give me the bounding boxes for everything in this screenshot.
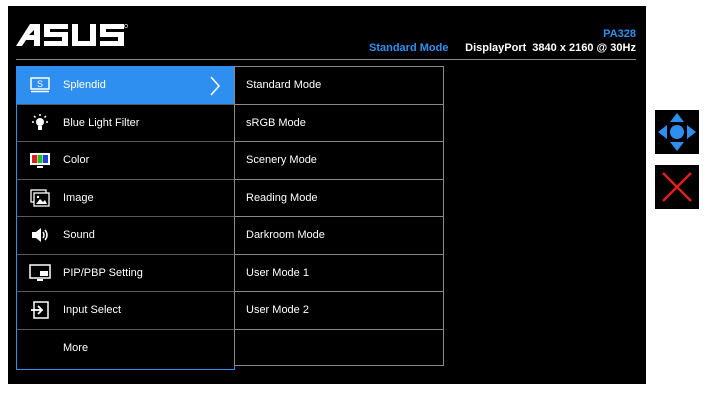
menu-item-label: Blue Light Filter <box>63 116 140 129</box>
sub-item-empty <box>234 328 444 366</box>
bulb-icon <box>29 113 51 132</box>
menu-item-input-select[interactable]: Input Select <box>17 292 234 330</box>
menu-item-blue-light-filter[interactable]: Blue Light Filter <box>17 105 234 142</box>
asus-logo <box>16 22 128 53</box>
input-source: DisplayPort <box>465 42 527 54</box>
input-icon <box>29 301 51 319</box>
color-icon <box>29 151 51 169</box>
menu-item-label: Sound <box>63 229 95 242</box>
sub-item-label: Darkroom Mode <box>246 229 325 242</box>
resolution: 3840 x 2160 @ 30Hz <box>532 42 636 54</box>
sub-item-scenery-mode[interactable]: Scenery Mode <box>234 141 444 179</box>
sub-item-user-mode-1[interactable]: User Mode 1 <box>234 253 444 291</box>
main-menu: S Splendid Blue Light Filter Color Image… <box>16 66 235 370</box>
header-divider <box>16 59 636 60</box>
sub-item-label: Reading Mode <box>246 191 318 204</box>
menu-item-label: Color <box>63 154 90 167</box>
sub-menu: Standard Mode sRGB Mode Scenery Mode Rea… <box>234 66 444 370</box>
sub-item-standard-mode[interactable]: Standard Mode <box>234 66 444 104</box>
nav-pad-button[interactable] <box>655 110 699 154</box>
menu-item-pip-pbp-setting[interactable]: PIP/PBP Setting <box>17 255 234 292</box>
menu-item-sound[interactable]: Sound <box>17 217 234 255</box>
signal-info: DisplayPort 3840 x 2160 @ 30Hz <box>465 42 636 54</box>
menu-item-label: Splendid <box>63 79 106 92</box>
chevron-right-icon <box>210 76 221 99</box>
nav-pad-icon <box>658 113 696 151</box>
sub-item-reading-mode[interactable]: Reading Mode <box>234 178 444 216</box>
sub-item-user-mode-2[interactable]: User Mode 2 <box>234 291 444 329</box>
osd-window: PA328 Standard Mode DisplayPort 3840 x 21… <box>8 6 646 384</box>
svg-text:S: S <box>37 79 43 89</box>
menu-item-image[interactable]: Image <box>17 180 234 217</box>
menu-item-more[interactable]: More <box>17 330 234 368</box>
current-mode: Standard Mode <box>369 42 449 54</box>
sub-item-label: Scenery Mode <box>246 154 317 167</box>
pip-icon <box>29 264 51 282</box>
splendid-icon: S <box>29 76 51 94</box>
sub-item-label: User Mode 1 <box>246 266 309 279</box>
menu-item-color[interactable]: Color <box>17 142 234 180</box>
menu-item-label: Image <box>63 191 94 204</box>
menu-item-label: More <box>63 342 89 355</box>
model-name: PA328 <box>603 28 636 40</box>
image-icon <box>29 189 51 207</box>
sub-item-srgb-mode[interactable]: sRGB Mode <box>234 103 444 141</box>
sub-item-darkroom-mode[interactable]: Darkroom Mode <box>234 216 444 254</box>
speaker-icon <box>29 226 51 244</box>
close-icon <box>662 172 692 202</box>
close-button[interactable] <box>655 165 699 209</box>
sub-item-label: Standard Mode <box>246 79 322 92</box>
sub-item-label: sRGB Mode <box>246 116 306 129</box>
sub-item-label: User Mode 2 <box>246 304 309 317</box>
menu-item-label: Input Select <box>63 304 122 317</box>
menu-item-splendid[interactable]: S Splendid <box>17 67 234 105</box>
menu-item-label: PIP/PBP Setting <box>63 266 143 279</box>
